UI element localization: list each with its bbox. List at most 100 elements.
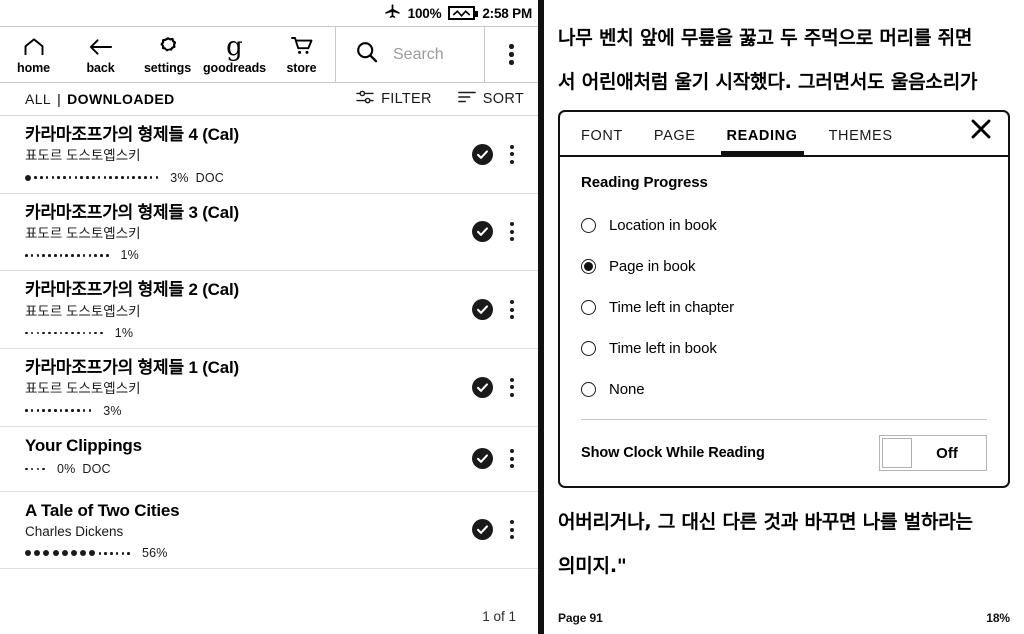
option-time-left-in-book[interactable]: Time left in book (581, 328, 987, 369)
option-label: None (609, 381, 645, 398)
library-filter-bar: ALL | DOWNLOADED FILTER SORT (0, 83, 538, 116)
close-panel-button[interactable] (970, 118, 994, 155)
scope-tab-separator: | (57, 91, 62, 107)
book-info: 카라마조프가의 형제들 4 (Cal) 표도르 도스토옙스키 3% DOC (25, 124, 472, 185)
toolbar-label-back: back (86, 61, 115, 75)
book-list-item[interactable]: 카라마조프가의 형제들 1 (Cal) 표도르 도스토옙스키 3% (0, 349, 538, 427)
radio-selected-icon (581, 259, 596, 274)
book-title: Your Clippings (25, 435, 142, 455)
progress-dots (25, 328, 103, 338)
kebab-menu-icon[interactable] (510, 222, 514, 242)
search-input[interactable] (393, 45, 484, 64)
progress-meta: 3% (103, 404, 121, 418)
toolbar-buttons: home back settings g goodreads store (0, 27, 335, 82)
search-icon (355, 40, 379, 69)
filter-button[interactable]: FILTER (356, 89, 432, 109)
back-arrow-icon (88, 34, 113, 59)
toolbar-label-home: home (17, 61, 50, 75)
book-list-item[interactable]: 카라마조프가의 형제들 3 (Cal) 표도르 도스토옙스키 1% (0, 194, 538, 272)
book-list-item[interactable]: Your Clippings 0% DOC (0, 427, 538, 492)
radio-unselected-icon (581, 300, 596, 315)
show-clock-setting-row: Show Clock While Reading Off (581, 420, 987, 486)
book-progress: 1% (25, 326, 472, 340)
tab-reading[interactable]: READING (720, 128, 804, 157)
option-none[interactable]: None (581, 369, 987, 410)
option-label: Time left in chapter (609, 299, 734, 316)
radio-unselected-icon (581, 341, 596, 356)
toolbar-item-home[interactable]: home (0, 27, 67, 82)
page-indicator: 1 of 1 (482, 609, 516, 624)
book-author: 표도르 도스토옙스키 (25, 226, 141, 242)
sort-lines-icon (457, 90, 476, 108)
toolbar-item-store[interactable]: store (268, 27, 335, 82)
option-page-in-book[interactable]: Page in book (581, 246, 987, 287)
tab-themes[interactable]: THEMES (829, 128, 893, 155)
book-author: 표도르 도스토옙스키 (25, 148, 141, 164)
gear-icon (157, 34, 179, 59)
book-percent: 3% (170, 170, 189, 185)
close-icon (970, 118, 992, 145)
reader-body-text-below: 어버리거나, 그 대신 다른 것과 바꾸면 나를 벌하라는 의미지." (558, 488, 1010, 588)
check-circle-icon (472, 519, 493, 541)
toolbar-label-goodreads: goodreads (203, 61, 266, 75)
battery-percent: 100% (407, 5, 442, 21)
reader-screen: 나무 벤치 앞에 무릎을 꿇고 두 주먹으로 머리를 쥐면 서 어린애처럼 울기… (544, 0, 1024, 634)
check-circle-icon (472, 376, 493, 398)
goodreads-icon: g (226, 31, 243, 62)
scope-tab-all[interactable]: ALL (25, 91, 51, 107)
radio-unselected-icon (581, 218, 596, 233)
book-progress: 56% (25, 546, 472, 560)
book-format: DOC (82, 462, 111, 477)
book-title: 카라마조프가의 형제들 1 (Cal) (25, 357, 240, 377)
settings-tab-bar: FONT PAGE READING THEMES (560, 112, 1008, 157)
toolbar-item-goodreads[interactable]: g goodreads (201, 27, 268, 82)
book-progress: 3% (25, 404, 472, 418)
radio-unselected-icon (581, 382, 596, 397)
check-circle-icon (472, 221, 493, 243)
reader-text-line: 나무 벤치 앞에 무릎을 꿇고 두 주먹으로 머리를 쥐면 (558, 27, 973, 49)
book-row-actions (472, 448, 524, 470)
book-percent: 1% (114, 325, 134, 340)
option-location-in-book[interactable]: Location in book (581, 205, 987, 246)
book-row-actions (472, 221, 524, 243)
book-list-item[interactable]: 카라마조프가의 형제들 2 (Cal) 표도르 도스토옙스키 1% (0, 271, 538, 349)
option-label: Location in book (609, 217, 717, 234)
book-percent: 3% (103, 403, 122, 418)
kebab-menu-icon[interactable] (510, 300, 514, 320)
book-info: 카라마조프가의 형제들 2 (Cal) 표도르 도스토옙스키 1% (25, 279, 472, 340)
kebab-menu-icon[interactable] (510, 449, 514, 469)
toolbar-item-settings[interactable]: settings (134, 27, 201, 82)
book-list-item[interactable]: 카라마조프가의 형제들 4 (Cal) 표도르 도스토옙스키 3% DOC (0, 116, 538, 194)
show-clock-label: Show Clock While Reading (581, 445, 765, 461)
book-info: Your Clippings 0% DOC (25, 435, 472, 476)
book-list-item[interactable]: A Tale of Two Cities Charles Dickens 56% (0, 492, 538, 570)
kebab-menu-icon[interactable] (510, 144, 514, 164)
book-row-actions (472, 376, 524, 398)
sort-button[interactable]: SORT (457, 90, 524, 108)
filter-label: FILTER (381, 91, 432, 107)
progress-dots (25, 548, 130, 558)
scope-tab-downloaded[interactable]: DOWNLOADED (67, 91, 174, 107)
library-scope-tabs[interactable]: ALL | DOWNLOADED (25, 91, 175, 107)
tab-font[interactable]: FONT (581, 128, 623, 155)
shopping-cart-icon (290, 34, 314, 59)
book-title: 카라마조프가의 형제들 4 (Cal) (25, 125, 240, 144)
progress-dots (25, 406, 92, 416)
book-title: 카라마조프가의 형제들 3 (Cal) (25, 202, 240, 222)
toolbar-item-back[interactable]: back (67, 27, 134, 82)
sort-label: SORT (482, 91, 524, 107)
option-time-left-in-chapter[interactable]: Time left in chapter (581, 287, 987, 328)
progress-dots (25, 250, 109, 260)
show-clock-toggle[interactable]: Off (879, 435, 987, 471)
book-info: 카라마조프가의 형제들 3 (Cal) 표도르 도스토옙스키 1% (25, 202, 472, 263)
toolbar-overflow-button[interactable] (485, 27, 538, 82)
progress-meta: 3% DOC (170, 171, 224, 185)
book-percent: 1% (120, 248, 139, 263)
reader-text-line: 의미지." (558, 555, 627, 577)
home-icon (22, 34, 46, 59)
kebab-menu-icon[interactable] (510, 520, 514, 540)
kebab-menu-icon[interactable] (510, 377, 514, 397)
tab-page[interactable]: PAGE (654, 128, 696, 155)
book-progress: 3% DOC (25, 171, 472, 185)
search-bar[interactable] (335, 27, 485, 82)
